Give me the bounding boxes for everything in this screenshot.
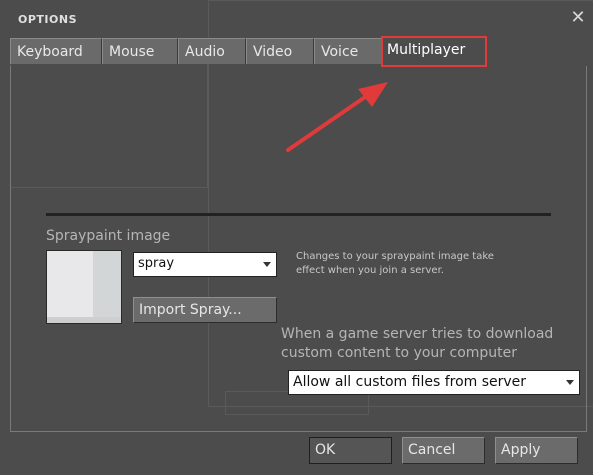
annotation-arrow — [286, 82, 388, 152]
options-dialog: OPTIONS ✕ Keyboard Mouse Audio Video Voi… — [0, 0, 593, 475]
